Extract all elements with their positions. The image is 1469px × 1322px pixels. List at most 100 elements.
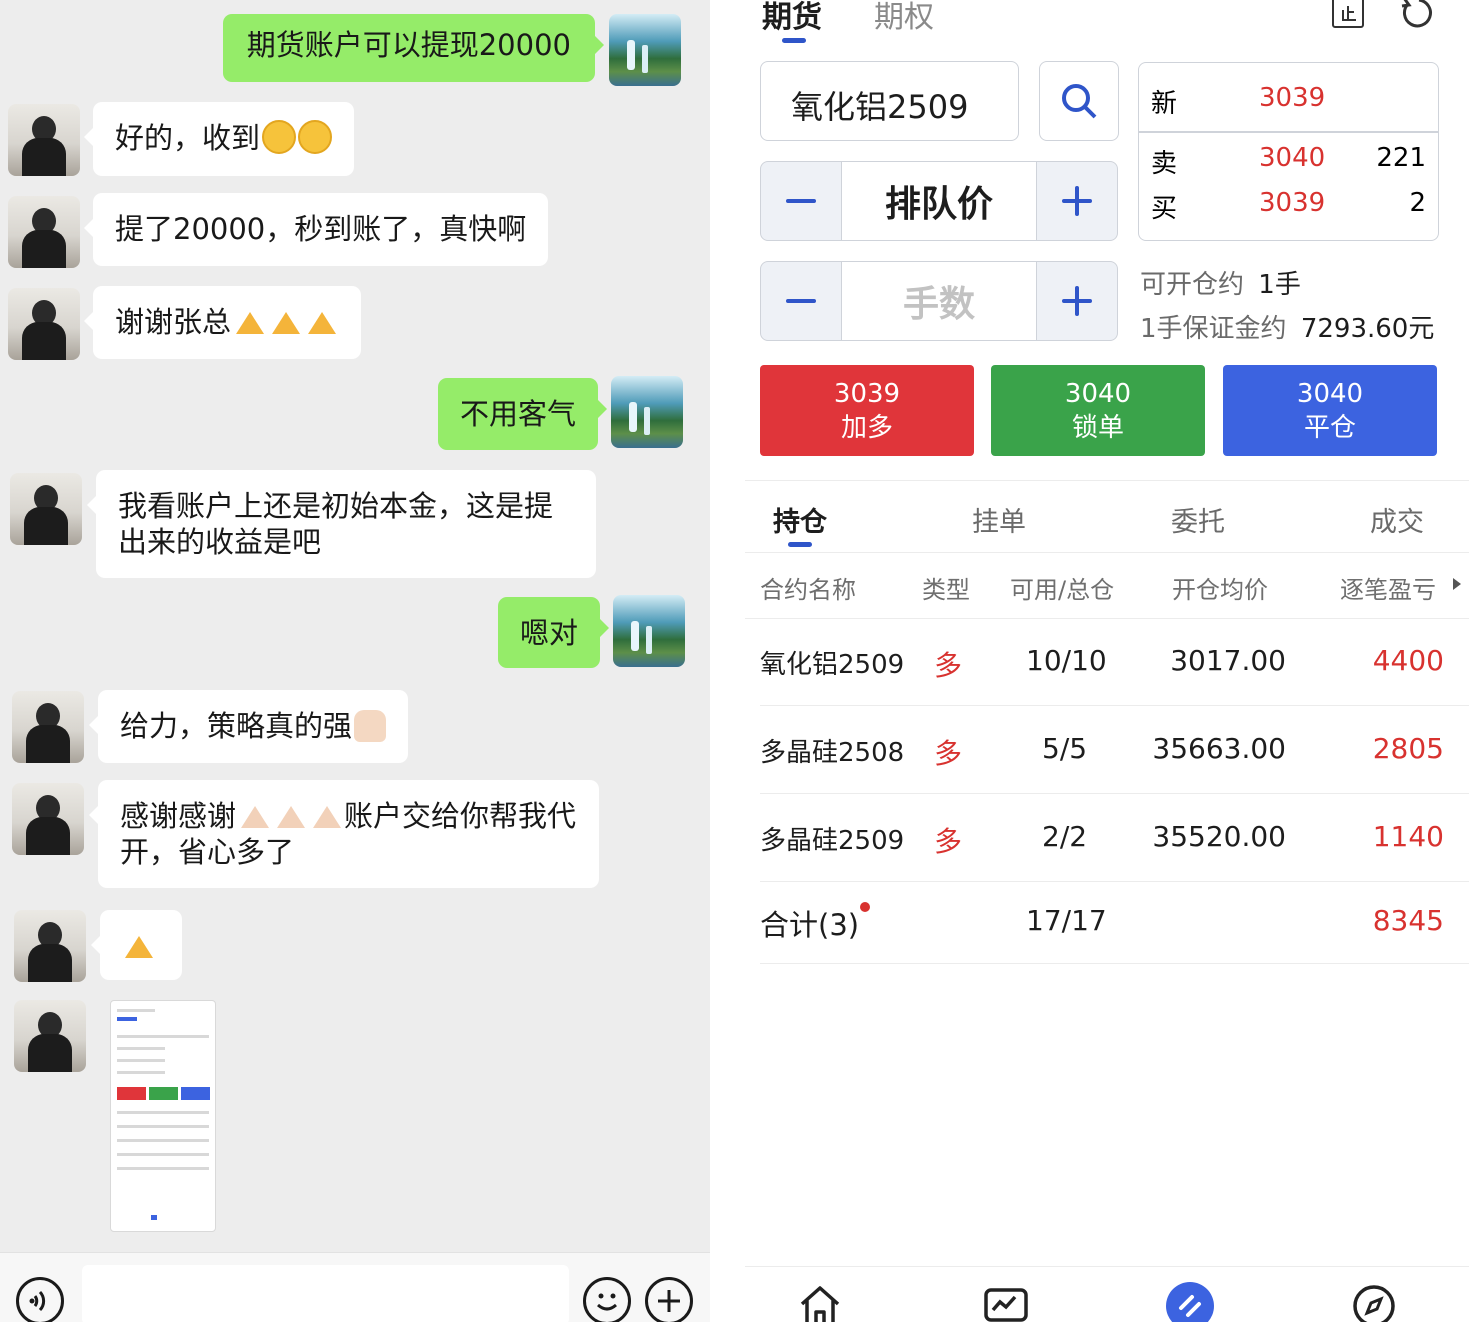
contact-avatar[interactable] bbox=[12, 783, 84, 855]
new-price: 3039 bbox=[1259, 83, 1326, 113]
minus-icon bbox=[786, 299, 816, 303]
chat-message-incoming[interactable] bbox=[91, 910, 182, 980]
refresh-icon[interactable] bbox=[1400, 0, 1438, 32]
lots-placeholder: 手数 bbox=[902, 284, 975, 325]
notification-dot bbox=[860, 902, 870, 912]
home-icon[interactable] bbox=[796, 1282, 840, 1322]
contact-avatar[interactable] bbox=[14, 1000, 86, 1072]
sell-label: 卖 bbox=[1151, 149, 1178, 179]
trading-panel: 期货 期权 氧化铝2509 新 3039 卖 3040 221 买 3039 2 bbox=[710, 0, 1469, 1322]
contact-avatar[interactable] bbox=[10, 473, 82, 545]
my-avatar[interactable] bbox=[611, 376, 683, 448]
position-pnl: 2805 bbox=[1372, 732, 1444, 765]
message-text: 好的，收到 bbox=[115, 121, 261, 155]
price-increase-button[interactable] bbox=[1037, 162, 1117, 240]
thumbs-up-emoji-icon bbox=[354, 710, 387, 742]
lock-label: 锁单 bbox=[1071, 413, 1124, 443]
message-text: 谢谢张总 bbox=[115, 305, 232, 339]
pray-emoji-icon bbox=[122, 930, 156, 960]
plus-icon bbox=[1062, 286, 1092, 316]
price-decrease-button[interactable] bbox=[761, 162, 841, 240]
chat-message-incoming[interactable]: 提了20000，秒到账了，真快啊 bbox=[83, 193, 549, 266]
lots-increase-button[interactable] bbox=[1037, 262, 1117, 340]
lots-decrease-button[interactable] bbox=[761, 262, 841, 340]
buy-price: 3039 bbox=[1259, 188, 1326, 218]
minus-icon bbox=[786, 199, 816, 203]
plus-icon bbox=[1062, 186, 1092, 216]
contact-avatar[interactable] bbox=[12, 691, 84, 763]
chat-message-outgoing[interactable]: 嗯对 bbox=[497, 597, 610, 668]
chat-message-incoming[interactable]: 给力，策略真的强 bbox=[88, 690, 409, 763]
trade-icon[interactable] bbox=[1166, 1282, 1214, 1322]
can-open-value: 1手 bbox=[1258, 270, 1301, 300]
contact-avatar[interactable] bbox=[8, 196, 80, 268]
chat-message-incoming[interactable]: 我看账户上还是初始本金，这是提出来的收益是吧 bbox=[87, 470, 596, 578]
tab-orders[interactable]: 委托 bbox=[1171, 500, 1225, 539]
column-avg-price: 开仓均价 bbox=[1172, 576, 1268, 604]
open-long-label: 加多 bbox=[840, 413, 893, 443]
voice-icon[interactable] bbox=[16, 1277, 64, 1322]
lots-stepper: 手数 bbox=[760, 261, 1118, 341]
price-mode-field[interactable]: 排队价 bbox=[841, 162, 1037, 240]
contract-input[interactable]: 氧化铝2509 bbox=[760, 61, 1019, 141]
column-type: 类型 bbox=[922, 576, 970, 604]
position-type: 多 bbox=[934, 649, 963, 682]
new-price-label: 新 bbox=[1151, 89, 1178, 119]
my-avatar[interactable] bbox=[613, 595, 685, 667]
table-row[interactable]: 氧化铝2509 多 10/10 3017.00 4400 bbox=[760, 618, 1469, 706]
chat-message-incoming[interactable]: 感谢感谢 账户交给你帮我代开，省心多了 bbox=[89, 780, 599, 888]
margin-label: 1手保证金约 bbox=[1140, 314, 1287, 344]
column-pnl[interactable]: 逐笔盈亏 bbox=[1340, 570, 1436, 605]
emoji-icon[interactable] bbox=[583, 1277, 631, 1322]
can-open-info: 可开仓约 1手 bbox=[1140, 264, 1301, 301]
position-avg: 3017.00 bbox=[1170, 644, 1286, 677]
tab-fills[interactable]: 成交 bbox=[1370, 500, 1424, 539]
table-row[interactable]: 多晶硅2508 多 5/5 35663.00 2805 bbox=[760, 706, 1469, 794]
contract-name: 氧化铝2509 bbox=[791, 88, 969, 126]
chart-icon[interactable] bbox=[982, 1282, 1028, 1322]
contact-avatar[interactable] bbox=[8, 288, 80, 360]
my-avatar[interactable] bbox=[609, 14, 681, 86]
tab-futures[interactable]: 期货 bbox=[762, 0, 822, 36]
contact-avatar[interactable] bbox=[14, 910, 86, 982]
message-input[interactable] bbox=[82, 1265, 569, 1322]
caret-right-icon[interactable] bbox=[1453, 578, 1461, 590]
chat-message-incoming[interactable]: 谢谢张总 bbox=[83, 286, 362, 359]
column-quantity: 可用/总仓 bbox=[1010, 576, 1115, 604]
position-pnl: 1140 bbox=[1372, 820, 1444, 853]
smirk-emoji-icon bbox=[262, 120, 297, 154]
compass-icon[interactable] bbox=[1350, 1282, 1395, 1322]
can-open-label: 可开仓约 bbox=[1140, 270, 1245, 300]
chat-message-incoming[interactable]: 好的，收到 bbox=[83, 102, 355, 176]
margin-info: 1手保证金约 7293.60元 bbox=[1140, 308, 1434, 345]
message-text: 提了20000，秒到账了，真快啊 bbox=[115, 212, 527, 246]
total-label: 合计(3) bbox=[760, 908, 860, 942]
close-label: 平仓 bbox=[1303, 413, 1356, 443]
table-row[interactable]: 多晶硅2509 多 2/2 35520.00 1140 bbox=[760, 794, 1469, 882]
open-long-button[interactable]: 3039 加多 bbox=[760, 365, 974, 456]
position-name: 氧化铝2509 bbox=[760, 650, 905, 680]
open-long-price: 3039 bbox=[833, 379, 901, 409]
tab-pending[interactable]: 挂单 bbox=[972, 500, 1026, 539]
lots-input[interactable]: 手数 bbox=[841, 262, 1037, 340]
lock-button[interactable]: 3040 锁单 bbox=[991, 365, 1205, 456]
close-position-button[interactable]: 3040 平仓 bbox=[1223, 365, 1437, 456]
search-button[interactable] bbox=[1039, 61, 1119, 141]
message-text: 给力，策略真的强 bbox=[120, 709, 353, 743]
message-text: 我看账户上还是初始本金，这是提出来的收益是吧 bbox=[118, 489, 554, 559]
buy-label: 买 bbox=[1151, 194, 1178, 224]
chat-message-outgoing[interactable]: 期货账户可以提现20000 bbox=[222, 14, 605, 82]
image-message-thumbnail[interactable] bbox=[110, 1000, 216, 1232]
plus-icon[interactable] bbox=[645, 1277, 693, 1322]
chat-input-bar bbox=[0, 1252, 710, 1322]
sell-price: 3040 bbox=[1259, 143, 1326, 173]
chat-message-outgoing[interactable]: 不用客气 bbox=[437, 378, 608, 450]
stop-icon[interactable] bbox=[1332, 0, 1364, 28]
contact-avatar[interactable] bbox=[8, 104, 80, 176]
pray-emoji-icon bbox=[274, 800, 308, 830]
message-text: 不用客气 bbox=[459, 397, 576, 431]
message-text: 嗯对 bbox=[519, 616, 578, 650]
tab-options[interactable]: 期权 bbox=[874, 0, 934, 36]
price-mode: 排队价 bbox=[884, 184, 993, 225]
tab-positions[interactable]: 持仓 bbox=[773, 500, 827, 539]
